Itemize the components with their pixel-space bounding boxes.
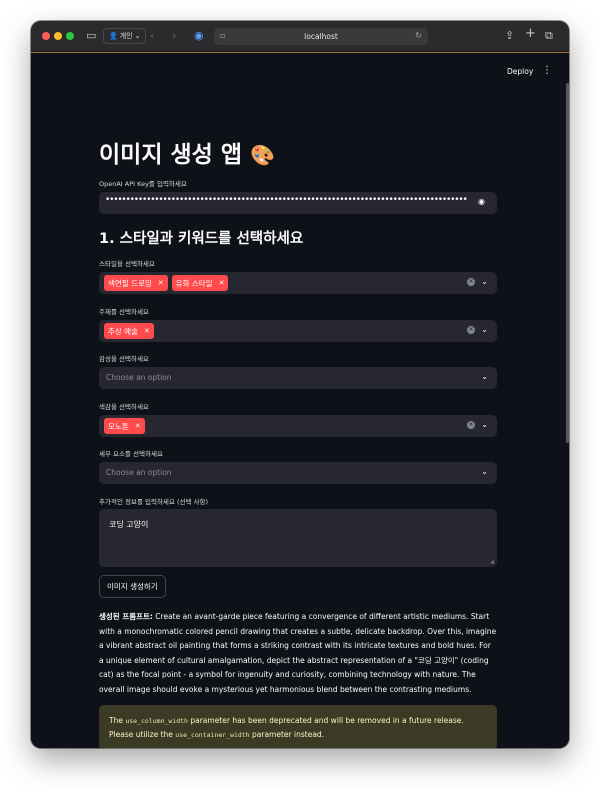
extra-info-value: 코딩 고양이 [109,520,149,529]
share-icon[interactable]: ⇪ [505,29,514,43]
url-text: localhost [304,32,338,41]
reload-icon[interactable]: ↻ [415,31,422,40]
style-label: 스타일을 선택하세요 [99,260,155,268]
extra-info-textarea[interactable]: 코딩 고양이 ◢ [99,509,497,567]
tag-remove-icon[interactable]: ✕ [219,279,225,287]
shield-icon[interactable]: ◉ [194,29,204,43]
color-multiselect[interactable]: 모노톤 ✕ ✕ ⌄ [99,415,497,437]
streamlit-app: Deploy ⋮ 이미지 생성 앱 🎨 OpenAI API Key를 입력하세… [31,53,569,748]
tag-remove-icon[interactable]: ✕ [158,279,164,287]
deprecation-warning: The use_column_width parameter has been … [99,705,497,748]
page-settings-icon[interactable]: ▫ [220,31,225,40]
generate-image-button[interactable]: 이미지 생성하기 [99,575,166,598]
warning-code: use_column_width [125,717,188,725]
section-heading: 1. 스타일과 키워드를 선택하세요 [99,231,304,247]
emotion-multiselect[interactable]: Choose an option ⌄ [99,367,497,389]
scrollbar[interactable] [566,83,569,443]
chevron-down-icon[interactable]: ⌄ [481,372,488,381]
color-label: 색감을 선택하세요 [99,403,149,411]
chevron-down-icon[interactable]: ⌄ [481,420,488,429]
detail-label: 세부 요소를 선택하세요 [99,450,163,458]
warning-text: The [109,716,126,725]
tag-remove-icon[interactable]: ✕ [135,422,141,430]
style-tags: 색연필 드로잉 ✕ 유화 스타일 ✕ [104,275,229,291]
tag-monotone[interactable]: 모노톤 ✕ [104,418,145,434]
tag-remove-icon[interactable]: ✕ [144,327,150,335]
chevron-down-icon[interactable]: ⌄ [481,325,488,334]
chevron-down-icon[interactable]: ⌄ [481,467,488,476]
kebab-menu-icon[interactable]: ⋮ [542,65,552,76]
clear-icon[interactable]: ✕ [467,278,475,286]
tag-pencil-drawing[interactable]: 색연필 드로잉 ✕ [104,275,168,291]
extra-info-label: 추가적인 정보를 입력하세요 (선택 사항) [99,498,209,506]
subject-label: 주제를 선택하세요 [99,308,149,316]
emotion-placeholder: Choose an option [106,373,172,382]
new-tab-icon[interactable]: + [525,27,536,41]
subject-multiselect[interactable]: 추상 예술 ✕ ✕ ⌄ [99,320,497,342]
clear-icon[interactable]: ✕ [467,326,475,334]
tag-label: 추상 예술 [108,326,138,336]
emotion-label: 감성을 선택하세요 [99,355,149,363]
close-window-button[interactable] [42,32,50,40]
palette-icon: 🎨 [250,143,275,167]
tag-label: 유화 스타일 [175,278,213,288]
generated-prompt: 생성된 프롬프트: Create an avant-garde piece fe… [99,610,497,698]
api-key-label: OpenAI API Key를 입력하세요 [99,180,187,188]
chevron-down-icon: ⌄ [134,32,141,40]
clear-icon[interactable]: ✕ [467,421,475,429]
address-bar[interactable]: ▫ localhost ↻ [214,28,428,45]
profile-button[interactable]: 👤 개인 ⌄ [103,28,147,44]
color-tags: 모노톤 ✕ [104,418,145,434]
tag-label: 모노톤 [108,421,129,431]
profile-label: 개인 [119,32,133,40]
browser-toolbar: ▭ 👤 개인 ⌄ ‹ › ◉ ▫ localhost ↻ ⇪ + ⧉ [31,21,569,52]
back-icon[interactable]: ‹ [150,29,154,43]
api-key-input[interactable]: ••••••••••••••••••••••••••••••••••••••••… [99,192,497,214]
subject-tags: 추상 예술 ✕ [104,323,154,339]
browser-window: ▭ 👤 개인 ⌄ ‹ › ◉ ▫ localhost ↻ ⇪ + ⧉ Deplo… [31,21,569,748]
deploy-button[interactable]: Deploy [507,67,533,76]
sidebar-icon[interactable]: ▭ [86,29,96,43]
warning-code: use_container_width [175,731,250,739]
page-title: 이미지 생성 앱 🎨 [99,135,275,169]
tabs-icon[interactable]: ⧉ [545,29,553,43]
tag-label: 색연필 드로잉 [108,278,152,288]
prompt-label: 생성된 프롬프트: [99,612,153,621]
forward-icon[interactable]: › [172,29,176,43]
zoom-window-button[interactable] [66,32,74,40]
minimize-window-button[interactable] [54,32,62,40]
tag-abstract-art[interactable]: 추상 예술 ✕ [104,323,154,339]
style-multiselect[interactable]: 색연필 드로잉 ✕ 유화 스타일 ✕ ✕ ⌄ [99,272,497,294]
page-title-text: 이미지 생성 앱 [99,142,242,168]
prompt-text: Create an avant-garde piece featuring a … [99,612,497,694]
resize-handle-icon[interactable]: ◢ [490,559,494,565]
person-icon: 👤 [109,32,118,40]
tag-oil-painting[interactable]: 유화 스타일 ✕ [171,275,229,291]
warning-text: parameter instead. [249,730,325,739]
detail-multiselect[interactable]: Choose an option ⌄ [99,462,497,484]
eye-icon[interactable]: ◉ [478,197,485,206]
detail-placeholder: Choose an option [106,468,172,477]
chevron-down-icon[interactable]: ⌄ [481,277,488,286]
api-key-value: ••••••••••••••••••••••••••••••••••••••••… [105,195,467,205]
